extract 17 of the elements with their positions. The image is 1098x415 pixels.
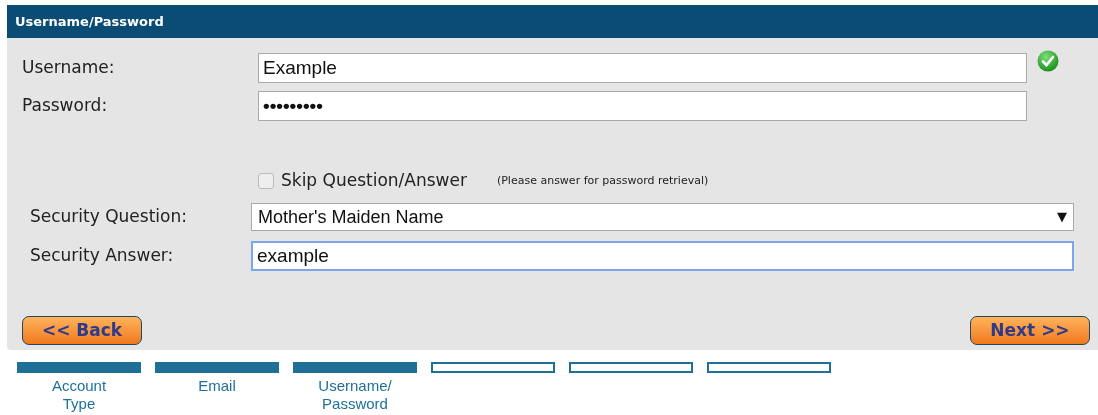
back-button[interactable]: << Back [22, 316, 142, 345]
step-label: Username/ Password [317, 377, 393, 413]
hint-text: (Please answer for password retrieval) [496, 172, 709, 189]
field-label: Password: [22, 94, 109, 118]
step-label: Email [197, 377, 237, 395]
skip-checkbox[interactable] [258, 173, 274, 189]
field-label: Security Question: [30, 205, 188, 229]
password-field[interactable]: ••••••••• [258, 91, 1027, 121]
answer-field[interactable]: example [251, 241, 1074, 271]
step-label: Account Type [50, 377, 108, 413]
checkbox-label[interactable]: Skip Question/Answer [281, 168, 467, 194]
next-button[interactable]: Next >> [970, 316, 1090, 345]
field-label: Username: [22, 56, 116, 80]
field-label: Security Answer: [30, 244, 175, 268]
username-field[interactable]: Example [258, 53, 1027, 83]
panel-title: Username/Password [7, 5, 1098, 38]
question-dropdown[interactable]: Mother's Maiden Name ▼ [251, 203, 1074, 231]
